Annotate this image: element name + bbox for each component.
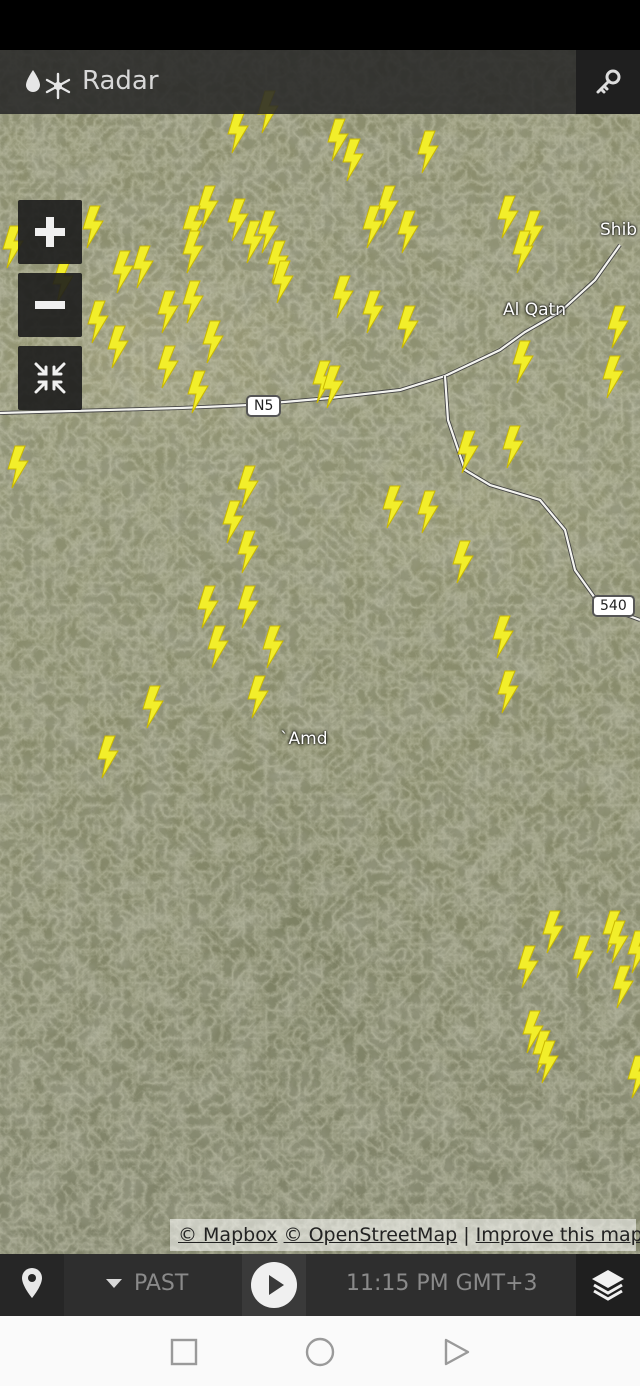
play-button[interactable] — [242, 1254, 306, 1316]
system-nav-bar — [0, 1316, 640, 1386]
lightning-bolt-icon — [382, 485, 404, 529]
collapse-button[interactable] — [18, 346, 82, 410]
minus-icon — [35, 301, 65, 309]
key-icon — [596, 69, 621, 94]
time-mode-select[interactable]: PAST — [134, 1271, 188, 1296]
lightning-bolt-icon — [502, 425, 524, 469]
dropdown-arrow-icon[interactable] — [104, 1276, 124, 1290]
lightning-bolt-icon — [237, 530, 259, 574]
lightning-bolt-icon — [332, 275, 354, 319]
timeline-time: 11:15 PM GMT+3 — [346, 1271, 538, 1296]
mapbox-link[interactable]: © Mapbox — [178, 1224, 277, 1246]
status-bar — [0, 0, 640, 50]
lightning-bolt-icon — [182, 280, 204, 324]
layers-button[interactable] — [576, 1254, 640, 1316]
lightning-bolt-icon — [362, 290, 384, 334]
circle-icon[interactable] — [304, 1336, 336, 1368]
lightning-bolt-icon — [157, 290, 179, 334]
location-button[interactable] — [0, 1254, 64, 1316]
lightning-bolt-icon — [142, 685, 164, 729]
lightning-bolt-icon — [132, 245, 154, 289]
lightning-bolt-icon — [342, 138, 364, 182]
lightning-bolt-icon — [517, 945, 539, 989]
lightning-bolt-icon — [97, 735, 119, 779]
lightning-bolt-icon — [82, 205, 104, 249]
lightning-bolt-icon — [7, 445, 29, 489]
lightning-bolt-icon — [227, 110, 249, 154]
location-pin-icon — [22, 1268, 42, 1298]
osm-link[interactable]: © OpenStreetMap — [284, 1224, 458, 1246]
lightning-bolt-icon — [457, 430, 479, 474]
road-shield-n5: N5 — [246, 395, 282, 417]
lightning-bolt-icon — [237, 585, 259, 629]
lightning-bolt-icon — [397, 305, 419, 349]
zoom-in-button[interactable] — [18, 200, 82, 264]
lightning-bolt-icon — [627, 1055, 640, 1099]
lightning-bolt-icon — [182, 230, 204, 274]
lightning-bolt-icon — [262, 625, 284, 669]
lightning-bolt-icon — [572, 935, 594, 979]
lightning-bolt-icon — [537, 1040, 559, 1084]
place-label-al-qatn: Al Qatn — [503, 300, 566, 320]
app-header: Radar — [0, 50, 640, 114]
lightning-bolt-icon — [417, 490, 439, 534]
lightning-bolt-icon — [512, 340, 534, 384]
play-icon — [251, 1262, 297, 1308]
lightning-bolt-icon — [397, 210, 419, 254]
lightning-bolt-icon — [272, 260, 294, 304]
lightning-bolt-icon — [362, 205, 384, 249]
zoom-out-button[interactable] — [18, 273, 82, 337]
attribution-separator: | — [463, 1224, 470, 1246]
collapse-arrows-icon — [34, 362, 66, 394]
lightning-bolt-icon — [157, 345, 179, 389]
lightning-bolt-icon — [627, 930, 640, 974]
key-button[interactable] — [576, 50, 640, 114]
app-title: Radar — [82, 66, 159, 96]
lightning-bolt-icon — [242, 220, 264, 264]
place-label-shib: Shib — [600, 220, 638, 240]
lightning-bolt-icon — [202, 320, 224, 364]
road-shield-540: 540 — [592, 595, 635, 617]
lightning-bolt-icon — [497, 670, 519, 714]
lightning-bolt-icon — [417, 130, 439, 174]
lightning-bolt-icon — [452, 540, 474, 584]
plus-icon — [35, 217, 65, 247]
lightning-bolt-icon — [247, 675, 269, 719]
timeline-bar: PAST 11:15 PM GMT+3 — [0, 1254, 640, 1316]
triangle-icon[interactable] — [442, 1337, 472, 1367]
map-attribution: © Mapbox © OpenStreetMap | Improve this … — [170, 1219, 640, 1251]
layers-icon — [592, 1270, 624, 1301]
lightning-bolt-icon — [542, 910, 564, 954]
lightning-bolt-icon — [107, 325, 129, 369]
lightning-bolt-icon — [207, 625, 229, 669]
lightning-bolt-icon — [322, 365, 344, 409]
improve-map-link[interactable]: Improve this map — [476, 1224, 640, 1246]
lightning-bolt-icon — [187, 370, 209, 414]
rain-snow-logo-icon — [26, 70, 71, 100]
lightning-bolt-icon — [492, 615, 514, 659]
place-label-amd: `Amd — [280, 729, 328, 749]
lightning-bolt-icon — [512, 230, 534, 274]
lightning-bolt-icon — [197, 585, 219, 629]
lightning-bolt-icon — [602, 355, 624, 399]
square-icon[interactable] — [170, 1338, 198, 1366]
lightning-bolt-icon — [607, 305, 629, 349]
radar-map[interactable]: Shib Al Qatn `Amd N5 540 — [0, 50, 640, 1254]
